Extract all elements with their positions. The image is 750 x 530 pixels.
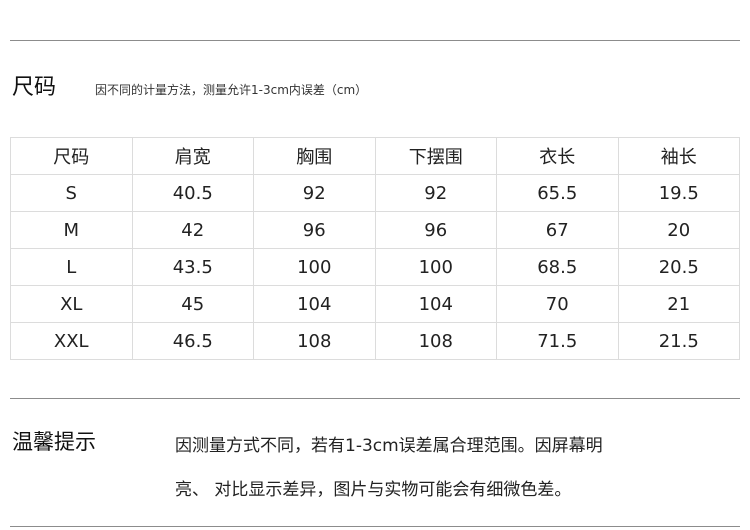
header-sleeve: 袖长 bbox=[617, 137, 740, 175]
size-chart-table: 尺码 肩宽 胸围 下摆围 衣长 袖长 S 40.5 92 92 65.5 19.… bbox=[10, 137, 740, 360]
tips-line-1: 因测量方式不同，若有1-3cm误差属合理范围。因屏幕明 bbox=[175, 436, 603, 456]
table-cell: 19.5 bbox=[617, 174, 740, 212]
table-row: XXL 46.5 108 108 71.5 21.5 bbox=[10, 322, 740, 360]
table-cell: 45 bbox=[131, 285, 254, 323]
table-cell: 20 bbox=[617, 211, 740, 249]
top-divider bbox=[10, 40, 740, 41]
tips-line-2: 亮、 对比显示差异，图片与实物可能会有细微色差。 bbox=[175, 480, 572, 500]
table-cell: 104 bbox=[253, 285, 376, 323]
tips-text: 因测量方式不同，若有1-3cm误差属合理范围。因屏幕明 亮、 对比显示差异，图片… bbox=[175, 424, 715, 512]
table-cell: 21 bbox=[617, 285, 740, 323]
middle-divider bbox=[10, 398, 740, 399]
table-cell: M bbox=[10, 211, 133, 249]
table-cell: XXL bbox=[10, 322, 133, 360]
header-shoulder: 肩宽 bbox=[131, 137, 254, 175]
table-cell: L bbox=[10, 248, 133, 286]
table-cell: XL bbox=[10, 285, 133, 323]
table-cell: 68.5 bbox=[496, 248, 619, 286]
table-cell: 100 bbox=[253, 248, 376, 286]
table-cell: 96 bbox=[253, 211, 376, 249]
table-cell: 108 bbox=[374, 322, 497, 360]
table-cell: 108 bbox=[253, 322, 376, 360]
table-header-row: 尺码 肩宽 胸围 下摆围 衣长 袖长 bbox=[10, 137, 740, 175]
table-cell: 40.5 bbox=[131, 174, 254, 212]
table-cell: 71.5 bbox=[496, 322, 619, 360]
table-cell: 67 bbox=[496, 211, 619, 249]
table-row: L 43.5 100 100 68.5 20.5 bbox=[10, 248, 740, 286]
header-length: 衣长 bbox=[496, 137, 619, 175]
table-cell: 65.5 bbox=[496, 174, 619, 212]
bottom-divider bbox=[10, 526, 740, 527]
table-cell: 92 bbox=[253, 174, 376, 212]
table-cell: 100 bbox=[374, 248, 497, 286]
table-cell: 92 bbox=[374, 174, 497, 212]
table-cell: 46.5 bbox=[131, 322, 254, 360]
table-cell: 70 bbox=[496, 285, 619, 323]
header-size: 尺码 bbox=[10, 137, 133, 175]
table-cell: 96 bbox=[374, 211, 497, 249]
table-row: XL 45 104 104 70 21 bbox=[10, 285, 740, 323]
table-cell: 43.5 bbox=[131, 248, 254, 286]
table-cell: 104 bbox=[374, 285, 497, 323]
table-cell: S bbox=[10, 174, 133, 212]
table-cell: 42 bbox=[131, 211, 254, 249]
measurement-note: 因不同的计量方法，测量允许1-3cm内误差（cm） bbox=[95, 83, 368, 97]
table-row: M 42 96 96 67 20 bbox=[10, 211, 740, 249]
table-row: S 40.5 92 92 65.5 19.5 bbox=[10, 174, 740, 212]
header-hem: 下摆围 bbox=[374, 137, 497, 175]
table-cell: 21.5 bbox=[617, 322, 740, 360]
size-section-title: 尺码 bbox=[12, 75, 57, 100]
table-cell: 20.5 bbox=[617, 248, 740, 286]
header-chest: 胸围 bbox=[253, 137, 376, 175]
tips-section-title: 温馨提示 bbox=[12, 430, 96, 454]
